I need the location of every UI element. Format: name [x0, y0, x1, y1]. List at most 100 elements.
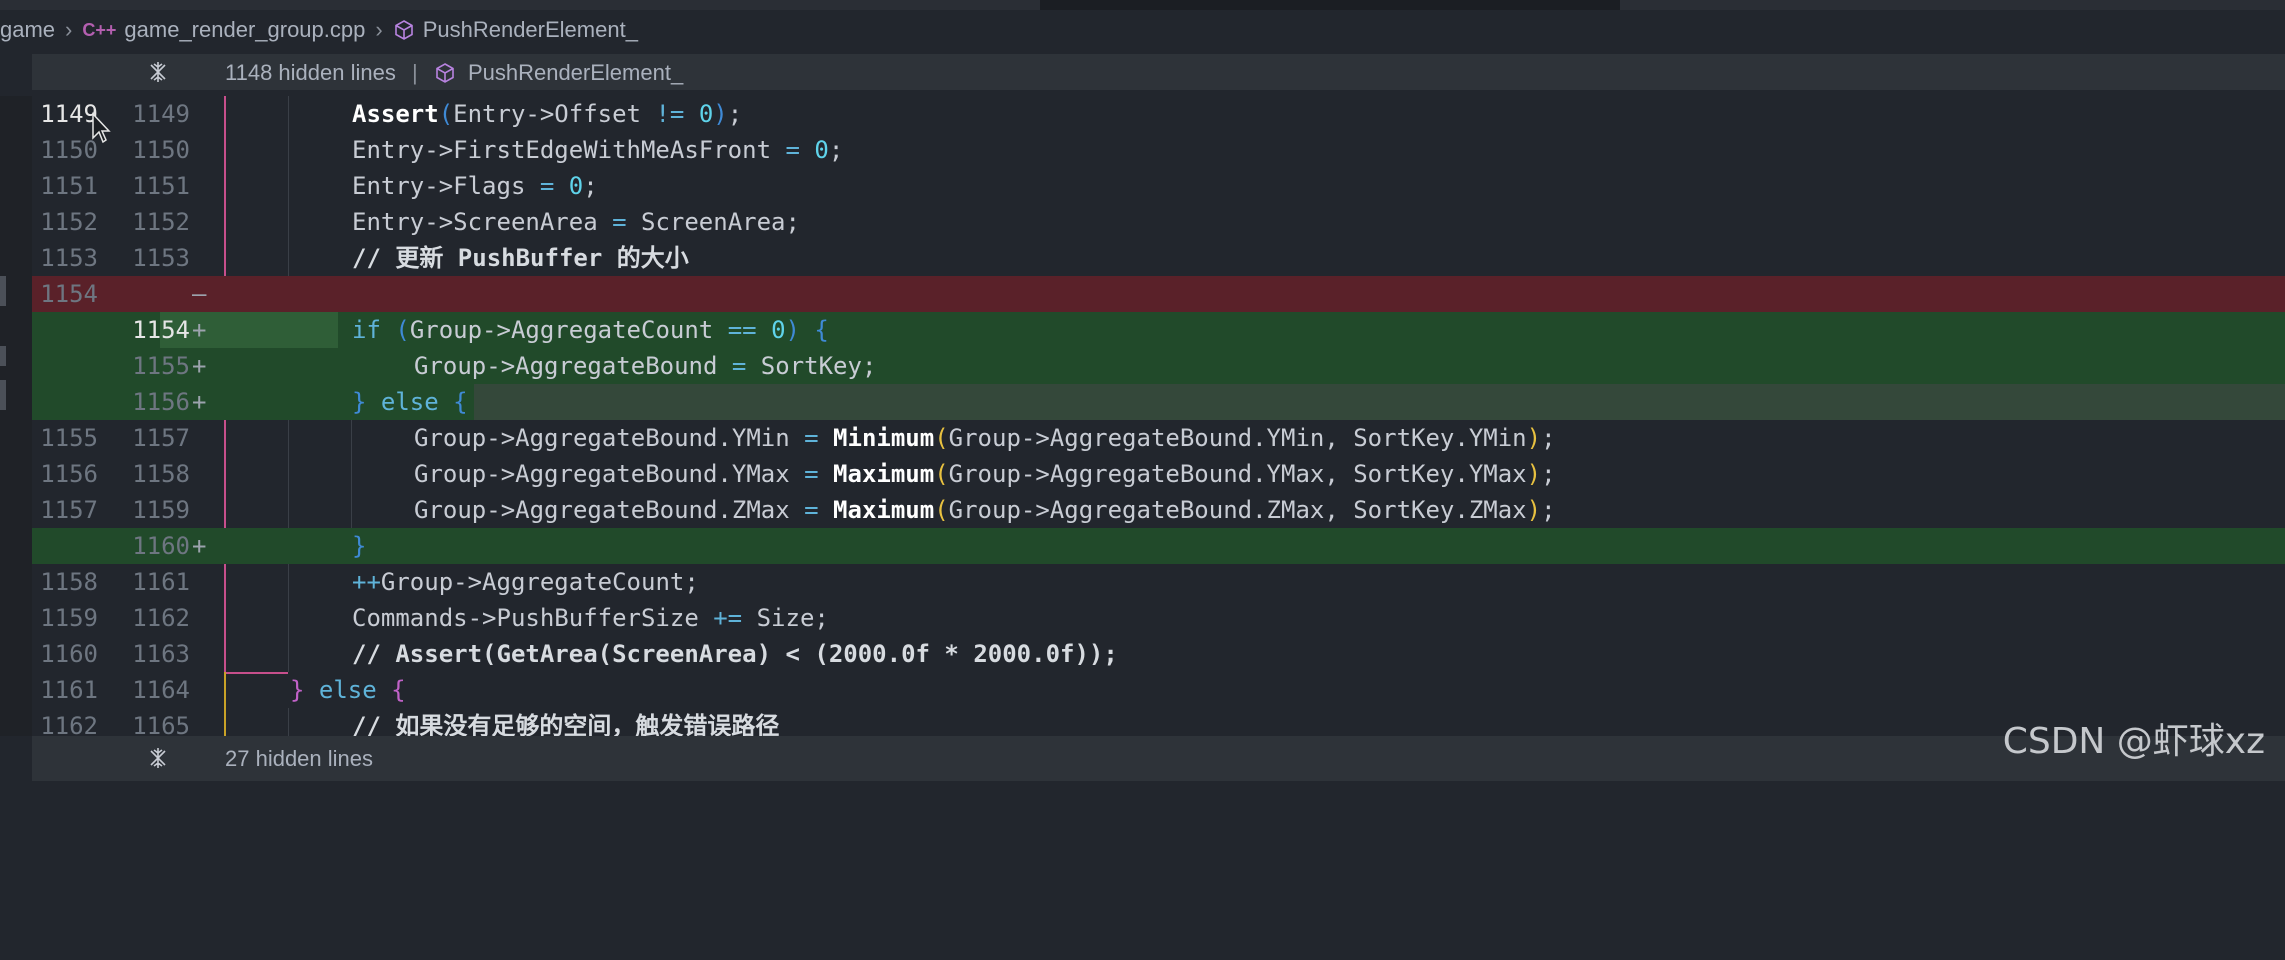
tab-strip-left — [0, 0, 1040, 10]
indent-guide — [288, 132, 289, 168]
code-text: Group->AggregateBound.YMax = Maximum(Gro… — [414, 460, 1556, 488]
code-line[interactable]: 1150 1150 Entry->FirstEdgeWithMeAsFront … — [32, 132, 2285, 168]
new-line-number: 1150 — [132, 136, 190, 164]
mouse-cursor-icon — [92, 112, 111, 144]
change-ruler — [224, 600, 226, 636]
left-gutter — [0, 96, 32, 736]
new-line-number: 1151 — [132, 172, 190, 200]
old-line-number: 1155 — [40, 424, 98, 452]
change-highlight — [474, 384, 2285, 420]
change-ruler — [224, 204, 226, 240]
title-strip — [0, 0, 2285, 10]
chevron-right-icon: › — [65, 17, 73, 42]
new-line-number: 1149 — [132, 100, 190, 128]
removed-line[interactable]: 1154 — — [32, 276, 2285, 312]
code-line[interactable]: 1155 1157 Group->AggregateBound.YMin = M… — [32, 420, 2285, 456]
new-line-number: 1152 — [132, 208, 190, 236]
code-text: ++Group->AggregateCount; — [352, 568, 699, 596]
breadcrumb-symbol[interactable]: PushRenderElement_ — [423, 17, 638, 43]
breadcrumb-file[interactable]: game_render_group.cpp — [124, 17, 365, 43]
symbol-method-icon — [436, 63, 454, 83]
old-line-number: 1153 — [40, 244, 98, 272]
old-line-number: 1154 — [40, 280, 98, 308]
code-text: } else { — [352, 388, 468, 416]
code-text: Entry->FirstEdgeWithMeAsFront = 0; — [352, 136, 844, 164]
unfold-icon[interactable] — [146, 746, 170, 770]
hidden-lines-label: 27 hidden lines — [225, 746, 374, 771]
code-line[interactable]: 1158 1161 ++Group->AggregateCount; — [32, 564, 2285, 600]
code-text: Group->AggregateBound.ZMax = Maximum(Gro… — [414, 496, 1556, 524]
hidden-lines-bar-bottom[interactable]: 27 hidden lines — [32, 736, 2285, 781]
old-line-number: 1149 — [40, 100, 98, 128]
new-line-number: 1162 — [132, 604, 190, 632]
change-ruler — [224, 168, 226, 204]
old-line-number: 1152 — [40, 208, 98, 236]
new-line-number: 1161 — [132, 568, 190, 596]
code-line[interactable]: 1160 1163 // Assert(GetArea(ScreenArea) … — [32, 636, 2285, 672]
diff-editor[interactable]: 1149 1149 Assert(Entry->Offset != 0); 11… — [32, 96, 2285, 744]
old-line-number: 1160 — [40, 640, 98, 668]
added-marker: + — [192, 532, 207, 560]
added-marker: + — [192, 388, 207, 416]
old-line-number: 1158 — [40, 568, 98, 596]
indent-guide — [288, 492, 289, 528]
code-line[interactable]: 1156 1158 Group->AggregateBound.YMax = M… — [32, 456, 2285, 492]
breadcrumb-root[interactable]: game — [0, 17, 55, 43]
indent-guide — [288, 600, 289, 636]
code-text: Group->AggregateBound.YMin = Minimum(Gro… — [414, 424, 1556, 452]
indent-guide — [351, 456, 352, 492]
indent-guide — [351, 492, 352, 528]
code-line[interactable]: 1161 1164 } else { — [32, 672, 2285, 708]
code-line[interactable]: 1159 1162 Commands->PushBufferSize += Si… — [32, 600, 2285, 636]
old-line-number: 1156 — [40, 460, 98, 488]
chevron-right-icon: › — [375, 17, 383, 42]
code-text: Entry->Flags = 0; — [352, 172, 598, 200]
tab-strip-right — [1620, 0, 2285, 10]
new-line-number: 1159 — [132, 496, 190, 524]
change-ruler — [224, 132, 226, 168]
code-line[interactable]: 1149 1149 Assert(Entry->Offset != 0); — [32, 96, 2285, 132]
indent-guide — [288, 564, 289, 600]
gutter-mark — [0, 380, 6, 410]
hidden-lines-symbol: PushRenderElement_ — [467, 60, 684, 85]
code-line[interactable]: 1153 1153 // 更新 PushBuffer 的大小 — [32, 240, 2285, 276]
change-ruler — [224, 240, 226, 276]
new-line-number: 1164 — [132, 676, 190, 704]
scope-ruler — [224, 672, 226, 708]
indent-guide — [288, 420, 289, 456]
code-line[interactable]: 1151 1151 Entry->Flags = 0; — [32, 168, 2285, 204]
new-line-number: 1157 — [132, 424, 190, 452]
breadcrumb: game › C++ game_render_group.cpp › PushR… — [0, 12, 2285, 48]
watermark: CSDN @虾球xz — [2002, 721, 2265, 762]
new-line-number: 1155 — [132, 352, 190, 380]
new-line-number: 1160 — [132, 532, 190, 560]
indent-guide — [288, 96, 289, 132]
code-text: Group->AggregateBound = SortKey; — [414, 352, 877, 380]
code-text: Assert(Entry->Offset != 0); — [352, 100, 743, 128]
hidden-lines-bar-top[interactable]: 1148 hidden lines | PushRenderElement_ — [32, 54, 2285, 90]
code-text: Commands->PushBufferSize += Size; — [352, 604, 829, 632]
old-line-number: 1150 — [40, 136, 98, 164]
new-line-number: 1153 — [132, 244, 190, 272]
hidden-lines-label: 1148 hidden lines | PushRenderElement_ — [225, 60, 684, 85]
indent-guide — [288, 204, 289, 240]
cpp-file-icon: C++ — [82, 19, 117, 40]
old-line-number: 1161 — [40, 676, 98, 704]
old-line-number: 1157 — [40, 496, 98, 524]
added-line[interactable]: 1160 + } — [32, 528, 2285, 564]
change-ruler — [224, 492, 226, 528]
old-line-number: 1151 — [40, 172, 98, 200]
code-text: } else { — [290, 676, 406, 704]
gutter-mark — [0, 276, 6, 306]
code-line[interactable]: 1152 1152 Entry->ScreenArea = ScreenArea… — [32, 204, 2285, 240]
indent-guide — [351, 420, 352, 456]
added-line[interactable]: 1154 + if (Group->AggregateCount == 0) { — [32, 312, 2285, 348]
added-line[interactable]: 1156 + } else { — [32, 384, 2285, 420]
unfold-icon[interactable] — [146, 60, 170, 84]
change-ruler — [224, 456, 226, 492]
removed-marker: — — [192, 280, 207, 308]
code-line[interactable]: 1157 1159 Group->AggregateBound.ZMax = M… — [32, 492, 2285, 528]
added-line[interactable]: 1155 + Group->AggregateBound = SortKey; — [32, 348, 2285, 384]
code-text: } — [352, 532, 367, 560]
change-ruler — [224, 420, 226, 456]
